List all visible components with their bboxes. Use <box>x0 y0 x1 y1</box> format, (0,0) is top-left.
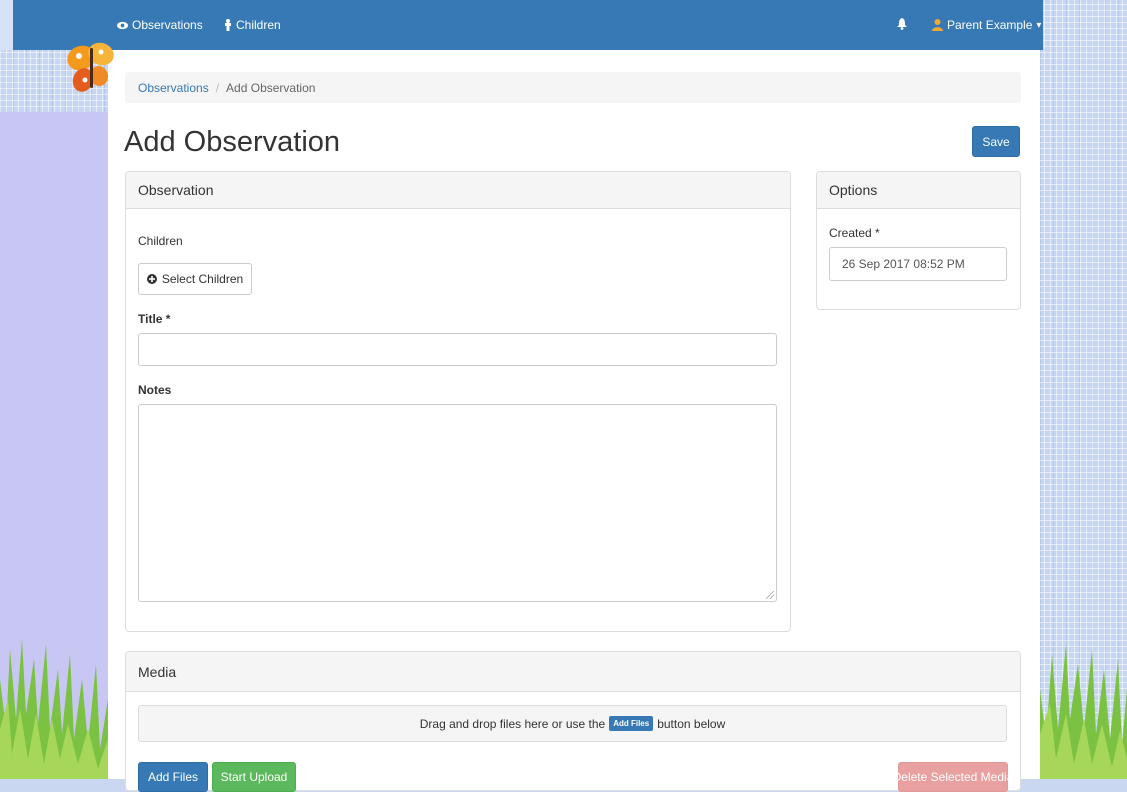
notes-label: Notes <box>138 383 172 397</box>
start-upload-button[interactable]: Start Upload <box>212 762 296 792</box>
user-icon <box>932 19 943 31</box>
select-children-label: Select Children <box>161 272 244 286</box>
observation-panel-heading: Observation <box>126 172 790 209</box>
nav-observations-label: Observations <box>132 18 203 32</box>
add-files-button[interactable]: Add Files <box>138 762 208 792</box>
chevron-down-icon: ▾ <box>1036 19 1042 31</box>
plus-circle-icon <box>146 274 157 284</box>
resize-grip-icon[interactable] <box>766 591 774 599</box>
nav-children-label: Children <box>236 18 281 32</box>
created-label: Created * <box>829 226 880 240</box>
dropzone-add-files-badge: Add Files <box>609 716 654 731</box>
save-button[interactable]: Save <box>972 126 1020 157</box>
user-name-label: Parent Example <box>947 18 1033 32</box>
bell-icon <box>897 18 907 30</box>
dropzone-text-after: button below <box>657 716 726 731</box>
children-label: Children <box>138 234 183 248</box>
breadcrumb-current: Add Observation <box>226 80 316 95</box>
breadcrumb: Observations / Add Observation <box>125 72 1021 103</box>
breadcrumb-observations-link[interactable]: Observations <box>138 81 209 95</box>
media-panel-heading: Media <box>126 652 1020 692</box>
delete-selected-media-button[interactable]: Delete Selected Media <box>893 762 1013 792</box>
created-date-input[interactable]: 26 Sep 2017 08:52 PM <box>829 247 1007 281</box>
title-input[interactable] <box>138 333 777 366</box>
eye-icon <box>117 21 128 29</box>
breadcrumb-separator: / <box>215 80 220 95</box>
options-panel-heading: Options <box>817 172 1020 209</box>
grass-decoration-right <box>1040 644 1127 779</box>
top-navbar: Observations Children Parent Example ▾ <box>13 0 1043 50</box>
butterfly-logo <box>67 42 114 92</box>
grass-decoration-left <box>0 639 108 779</box>
user-menu[interactable]: Parent Example ▾ <box>932 18 1041 32</box>
file-dropzone[interactable]: Drag and drop files here or use the Add … <box>138 705 1007 742</box>
page-title: Add Observation <box>124 126 341 158</box>
select-children-button[interactable]: Select Children <box>138 263 252 295</box>
child-icon <box>225 19 231 31</box>
nav-observations[interactable]: Observations <box>117 18 203 32</box>
notes-textarea[interactable] <box>138 404 777 602</box>
nav-children[interactable]: Children <box>224 18 281 32</box>
notifications-button[interactable] <box>897 18 907 30</box>
dropzone-text-before: Drag and drop files here or use the <box>419 716 606 731</box>
options-panel: Options <box>816 171 1021 310</box>
title-label: Title * <box>138 312 171 326</box>
